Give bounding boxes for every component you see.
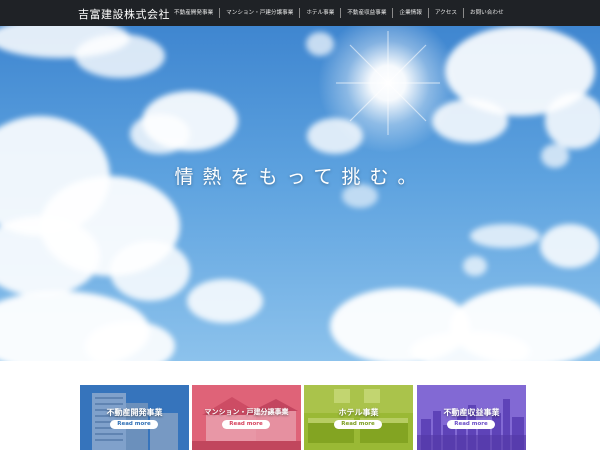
- nav-item-real-estate-income[interactable]: 不動産収益事業: [340, 8, 392, 18]
- card-real-estate-development[interactable]: 不動産開発事業 Read more: [80, 385, 189, 450]
- site-header: 吉富建設株式会社 不動産開発事業 マンション・戸建分譲事業 ホテル事業 不動産収…: [0, 0, 600, 26]
- read-more-button[interactable]: Read more: [222, 420, 270, 429]
- read-more-button[interactable]: Read more: [334, 420, 382, 429]
- read-more-button[interactable]: Read more: [110, 420, 158, 429]
- read-more-button[interactable]: Read more: [447, 420, 495, 429]
- card-title: 不動産収益事業: [443, 408, 500, 417]
- house-photo: [192, 385, 301, 450]
- nav-item-condominium-sales[interactable]: マンション・戸建分譲事業: [219, 8, 299, 18]
- company-logo[interactable]: 吉富建設株式会社: [78, 6, 170, 22]
- hero-tagline: 情熱をもって挑む。: [174, 166, 426, 188]
- card-hotel[interactable]: ホテル事業 Read more: [304, 385, 413, 450]
- nav-item-access[interactable]: アクセス: [427, 8, 463, 18]
- card-title: ホテル事業: [338, 408, 379, 417]
- card-real-estate-income[interactable]: 不動産収益事業 Read more: [417, 385, 526, 450]
- card-title: マンション・戸建分譲事業: [204, 408, 289, 416]
- global-nav: 不動産開発事業 マンション・戸建分譲事業 ホテル事業 不動産収益事業 企業情報 …: [168, 0, 510, 26]
- nav-item-company-info[interactable]: 企業情報: [392, 8, 427, 18]
- nav-item-contact[interactable]: お問い合わせ: [462, 8, 510, 18]
- sky-clouds-image: [0, 26, 600, 361]
- nav-item-hotel[interactable]: ホテル事業: [299, 8, 340, 18]
- nav-item-real-estate-development[interactable]: 不動産開発事業: [168, 8, 219, 18]
- business-cards: 不動産開発事業 Read more マンション・戸建分譲事業 Read more: [80, 385, 526, 450]
- card-condominium-sales[interactable]: マンション・戸建分譲事業 Read more: [192, 385, 301, 450]
- hero-section: 情熱をもって挑む。: [0, 26, 600, 361]
- card-title: 不動産開発事業: [106, 408, 163, 417]
